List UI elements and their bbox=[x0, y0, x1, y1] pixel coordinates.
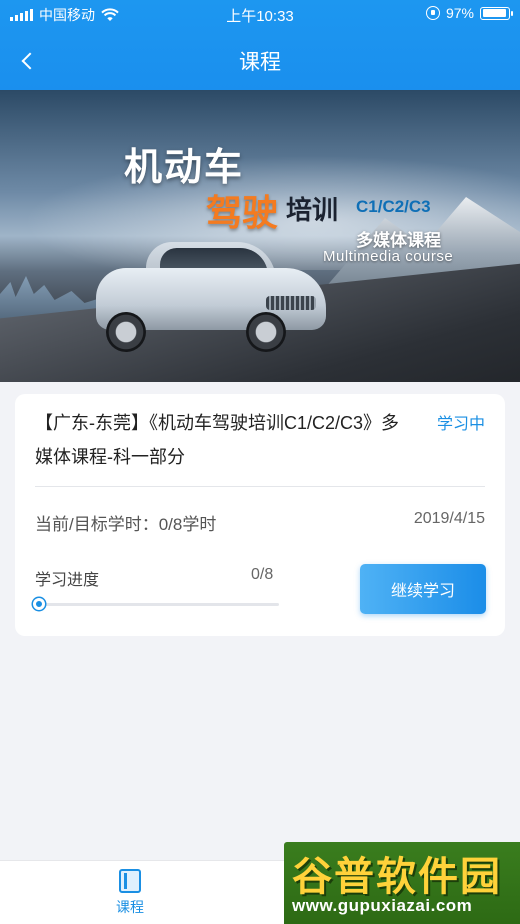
progress-bar bbox=[39, 603, 279, 606]
book-icon bbox=[119, 869, 141, 893]
site-watermark-logo: 谷普软件园 www.gupuxiazai.com bbox=[284, 842, 520, 924]
status-badge: 学习中 bbox=[436, 416, 485, 433]
tab-courses[interactable]: 课程 bbox=[95, 869, 165, 919]
page-title: 课程 bbox=[239, 51, 281, 74]
continue-study-button[interactable]: 继续学习 bbox=[360, 564, 486, 614]
watermark-logo-text: 谷普软件园 bbox=[292, 855, 502, 899]
course-title: 【广东-东莞】《机动车驾驶培训C1/C2/C3》多媒体课程-科一部分 bbox=[35, 413, 400, 467]
banner-title-highlight: 驾驶 bbox=[206, 192, 279, 233]
divider bbox=[35, 486, 485, 487]
progress-label: 学习进度 bbox=[35, 572, 100, 589]
watermark-url: www.gupuxiazai.com bbox=[292, 896, 473, 915]
banner-title-rest: 培训 bbox=[286, 195, 339, 225]
progress-knob bbox=[33, 598, 45, 610]
banner-subtitle-en: Multimedia course bbox=[323, 248, 454, 265]
battery-icon bbox=[480, 6, 513, 20]
battery-percent: 97% bbox=[445, 5, 474, 21]
banner-license-classes: C1/C2/C3 bbox=[356, 197, 431, 216]
app-header: 中国移动 上午10:33 97% 课程 bbox=[0, 0, 520, 90]
progress-value: 0/8 bbox=[251, 566, 274, 583]
status-bar: 中国移动 上午10:33 97% bbox=[0, 0, 520, 30]
study-hours: 当前/目标学时：0/8学时 bbox=[35, 515, 217, 534]
course-date: 2019/4/15 bbox=[413, 510, 485, 527]
tab-courses-label: 课程 bbox=[116, 899, 144, 915]
orientation-lock-icon bbox=[425, 6, 440, 20]
course-banner: 机动车 驾驶 培训 C1/C2/C3 多媒体课程 Multimedia cour… bbox=[0, 90, 520, 382]
car-image bbox=[96, 238, 346, 352]
banner-title-line1: 机动车 bbox=[124, 147, 245, 189]
course-card[interactable]: 【广东-东莞】《机动车驾驶培训C1/C2/C3》多媒体课程-科一部分 学习中 当… bbox=[15, 394, 505, 636]
